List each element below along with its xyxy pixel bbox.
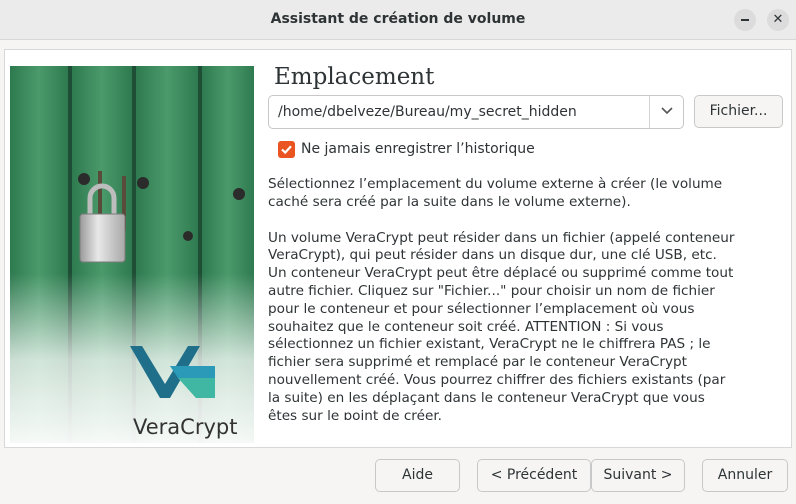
checkmark-icon — [281, 145, 292, 155]
door-padlock-illustration: VeraCrypt — [10, 66, 254, 443]
page-title: Emplacement — [274, 64, 435, 90]
description-text: Sélectionnez l’emplacement du volume ext… — [268, 176, 738, 420]
wizard-content: VeraCrypt Emplacement Fichier... Ne jama… — [4, 49, 792, 448]
title-bar: Assistant de création de volume ✕ — [0, 0, 796, 40]
location-input[interactable] — [270, 97, 648, 127]
previous-button[interactable]: < Précédent — [477, 459, 591, 492]
never-save-history-checkbox[interactable] — [278, 141, 295, 158]
help-button[interactable]: Aide — [375, 459, 460, 492]
select-file-button[interactable]: Fichier... — [694, 95, 783, 128]
cancel-button[interactable]: Annuler — [702, 459, 788, 492]
next-button[interactable]: Suivant > — [591, 459, 685, 492]
close-icon[interactable]: ✕ — [767, 9, 789, 31]
never-save-history-label[interactable]: Ne jamais enregistrer l’historique — [301, 141, 535, 157]
description-paragraph: Un volume VeraCrypt peut résider dans un… — [268, 229, 735, 420]
window-title: Assistant de création de volume — [270, 11, 526, 27]
veracrypt-logo-text: VeraCrypt — [133, 415, 237, 439]
location-combobox[interactable] — [268, 95, 684, 129]
veracrypt-banner-image: VeraCrypt — [10, 66, 254, 443]
description-paragraph: Sélectionnez l’emplacement du volume ext… — [268, 176, 723, 210]
minimize-icon[interactable] — [734, 9, 756, 31]
chevron-down-icon[interactable] — [649, 96, 683, 128]
